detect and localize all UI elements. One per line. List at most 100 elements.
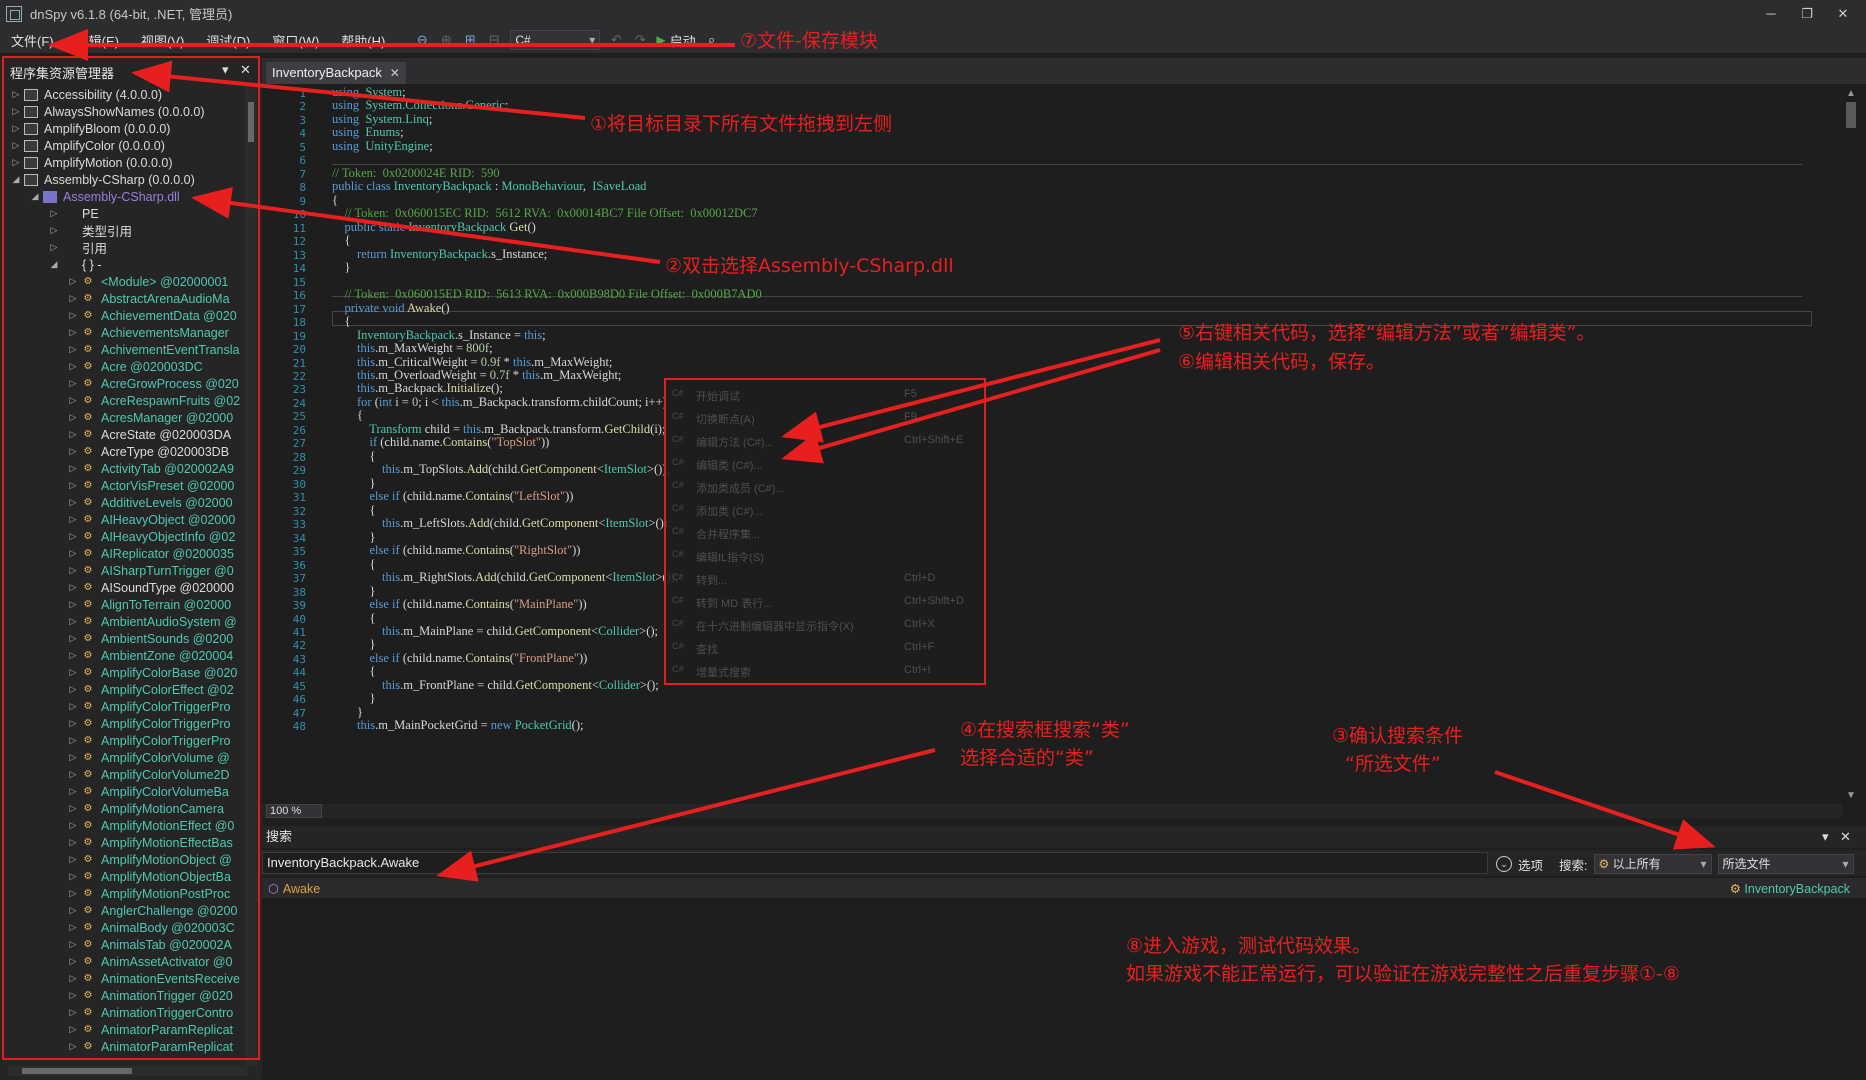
scroll-up-icon[interactable]: ▲ xyxy=(1846,88,1856,99)
code-line[interactable]: this.m_FrontPlane = child.GetComponent<C… xyxy=(332,678,659,693)
code-line[interactable]: return InventoryBackpack.s_Instance; xyxy=(332,247,547,262)
tab-label: InventoryBackpack xyxy=(272,65,382,80)
line-number: 48 xyxy=(292,720,306,734)
save-all-icon[interactable]: ⊟ xyxy=(486,32,502,48)
options-toggle-icon[interactable]: ⌄ xyxy=(1496,856,1512,872)
code-token: (child.name. xyxy=(380,435,443,450)
line-number: 23 xyxy=(292,383,306,397)
search-scope-select[interactable]: 所选文件 xyxy=(1717,854,1854,874)
code-token: (child. xyxy=(496,570,529,585)
code-line[interactable]: this.m_TopSlots.Add(child.GetComponent<I… xyxy=(332,462,670,477)
code-line[interactable]: this.m_RightSlots.Add(child.GetComponent… xyxy=(332,570,678,585)
code-line[interactable]: this.m_LeftSlots.Add(child.GetComponent<… xyxy=(332,516,671,531)
code-token: if xyxy=(332,435,381,450)
redo-icon[interactable]: ↷ xyxy=(632,32,648,48)
code-token: } xyxy=(332,704,363,719)
line-number: 32 xyxy=(292,504,306,518)
code-line[interactable]: this.m_MainPocketGrid = new PocketGrid()… xyxy=(332,718,583,733)
code-line[interactable]: } xyxy=(332,260,351,275)
annotation-step3-line2: “所选文件” xyxy=(1345,753,1441,775)
search-result-row[interactable]: ⬡ Awake ⚙ InventoryBackpack xyxy=(262,878,1866,898)
start-debug-button[interactable]: ▶ 启动 xyxy=(656,31,695,50)
code-token: Collider xyxy=(598,677,640,692)
language-select[interactable]: C# xyxy=(510,30,601,50)
code-token: ISaveLoad xyxy=(592,179,647,194)
close-window-button[interactable]: ✕ xyxy=(1826,0,1860,27)
code-token: this xyxy=(332,570,401,585)
undo-icon[interactable]: ↶ xyxy=(608,32,624,48)
code-token: Initialize xyxy=(446,381,491,396)
code-token: "TopSlot" xyxy=(491,435,541,450)
scroll-down-icon[interactable]: ▼ xyxy=(1846,790,1856,801)
panel-close-icon[interactable]: ✕ xyxy=(1840,826,1851,848)
code-token: public static xyxy=(332,219,409,234)
code-token: (); xyxy=(491,381,503,396)
code-token: private void xyxy=(332,300,407,315)
search-type-select[interactable]: ⚙ 以上所有 xyxy=(1593,854,1712,874)
restore-button[interactable]: ❐ xyxy=(1790,0,1824,27)
close-tab-icon[interactable]: ✕ xyxy=(390,62,400,84)
code-editor[interactable]: 1 2 3 4 5 6 7 8 9 10 11 12 13 14 15 16 17 18 19 20 21 22 23 24 2… xyxy=(262,86,1842,804)
code-token: ; xyxy=(542,327,546,342)
open-icon[interactable]: ⊞ xyxy=(462,32,478,48)
options-label[interactable]: 选项 xyxy=(1518,855,1543,874)
line-number: 2 xyxy=(299,100,306,114)
code-line[interactable]: using UnityEngine; xyxy=(332,139,433,154)
window-title: dnSpy v6.1.8 (64-bit, .NET, 管理员) xyxy=(30,7,233,22)
code-line[interactable]: this.m_MainPlane = child.GetComponent<Co… xyxy=(332,624,658,639)
menu-view[interactable]: 视图(V) xyxy=(130,31,195,50)
menu-file[interactable]: 文件(F) xyxy=(0,31,65,50)
code-token: Add xyxy=(466,462,489,477)
code-token: } xyxy=(332,637,376,652)
result-member[interactable]: ⬡ Awake xyxy=(268,881,320,896)
play-icon: ▶ xyxy=(656,33,666,47)
code-token: Contains xyxy=(442,435,488,450)
code-token: .m_MainPocketGrid = xyxy=(375,718,491,733)
code-token: MonoBehaviour xyxy=(501,179,583,194)
code-token: new xyxy=(490,718,515,733)
line-number: 31 xyxy=(292,491,306,505)
search-icon[interactable]: ⌕ xyxy=(704,32,720,48)
search-input[interactable]: InventoryBackpack.Awake xyxy=(262,852,1488,874)
zoom-select[interactable]: 100 % xyxy=(266,804,322,818)
code-line[interactable]: public class InventoryBackpack : MonoBeh… xyxy=(332,179,646,194)
search-controls: InventoryBackpack.Awake ⌄ 选项 搜索: ⚙ 以上所有 … xyxy=(262,850,1866,876)
annotation-step2: ②双击选择Assembly-CSharp.dll xyxy=(665,255,954,277)
code-token: (child.name. xyxy=(402,597,466,612)
code-token: .m_OverloadWeight = xyxy=(375,367,490,382)
code-line[interactable]: public static InventoryBackpack Get() xyxy=(332,220,536,235)
scrollbar-thumb[interactable] xyxy=(1846,102,1856,128)
tree-horizontal-scrollbar[interactable] xyxy=(8,1066,248,1076)
back-icon[interactable]: ⊖ xyxy=(414,32,430,48)
code-line[interactable]: for (int i = 0; i < this.m_Backpack.tran… xyxy=(332,395,667,410)
code-token: .m_MaxWeight; xyxy=(540,367,622,382)
minimize-button[interactable]: ─ xyxy=(1754,0,1788,27)
menu-window[interactable]: 窗口(W) xyxy=(261,31,330,50)
panel-menu-icon[interactable]: ▾ xyxy=(1822,826,1829,848)
menu-debug[interactable]: 调试(D) xyxy=(195,31,261,50)
editor-vertical-scrollbar[interactable]: ▲ ▼ xyxy=(1842,86,1860,804)
code-token: { xyxy=(332,448,376,463)
code-token: .m_FrontPlane = child. xyxy=(400,677,516,692)
search-options: ⌄ 选项 搜索: ⚙ 以上所有 所选文件 xyxy=(1496,854,1854,874)
member-separator xyxy=(332,164,1802,165)
code-token: } xyxy=(332,583,376,598)
scrollbar-thumb[interactable] xyxy=(22,1068,132,1074)
code-token: .s_Instance = xyxy=(454,327,525,342)
code-token: using xyxy=(332,98,360,113)
code-token: Contains xyxy=(465,650,510,665)
search-panel-header: 搜索 ▾ ✕ xyxy=(262,826,1866,848)
line-number: 46 xyxy=(292,693,306,707)
menu-edit[interactable]: 编辑(E) xyxy=(65,31,130,50)
forward-icon[interactable]: ⊕ xyxy=(438,32,454,48)
code-token: GetChild xyxy=(604,421,651,436)
dnspy-window: dnSpy v6.1.8 (64-bit, .NET, 管理员) ─ ❐ ✕ 文… xyxy=(0,0,1866,1080)
code-token: using xyxy=(332,125,360,140)
code-token: () xyxy=(527,219,536,234)
result-class[interactable]: ⚙ InventoryBackpack xyxy=(1730,881,1850,896)
line-number: 40 xyxy=(292,612,306,626)
result-member-name: Awake xyxy=(282,882,321,896)
tab-inventorybackpack[interactable]: InventoryBackpack ✕ xyxy=(266,62,406,84)
menu-help[interactable]: 帮助(H) xyxy=(330,31,396,50)
code-token: ; i < xyxy=(418,394,442,409)
